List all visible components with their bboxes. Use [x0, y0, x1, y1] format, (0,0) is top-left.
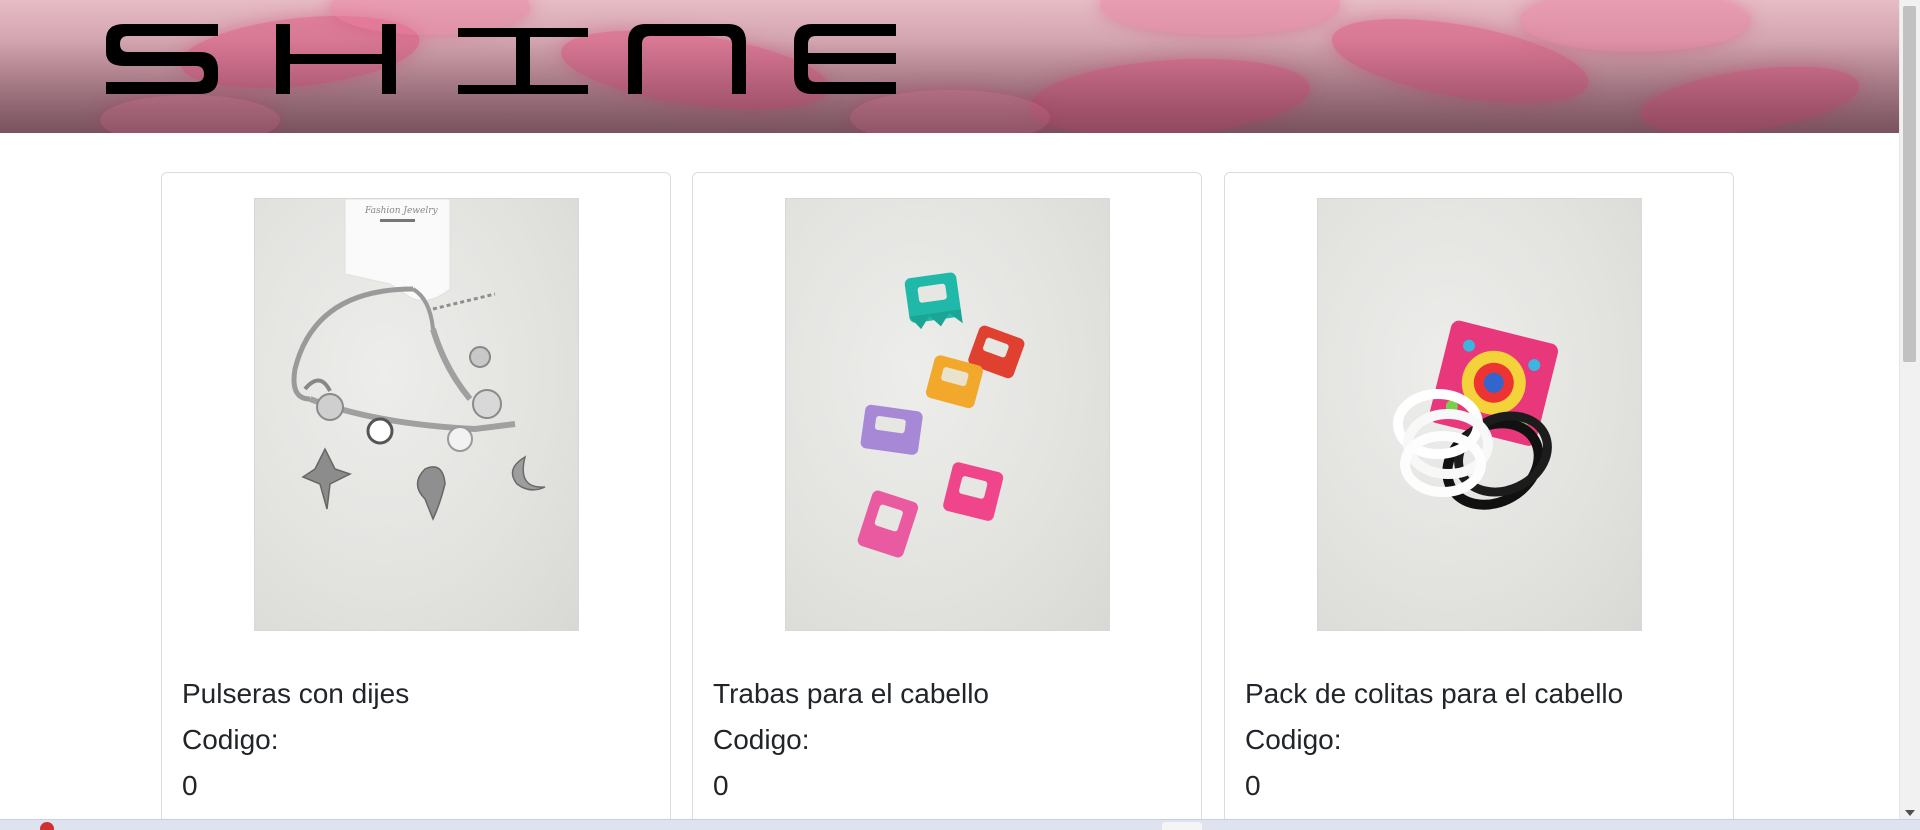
shine-logo[interactable]: [106, 18, 896, 98]
product-code-label: Codigo:: [713, 724, 810, 755]
header-banner: [0, 0, 1900, 133]
taskbar-app-icon[interactable]: [1162, 822, 1202, 830]
svg-text:Fashion Jewelry: Fashion Jewelry: [364, 206, 439, 216]
charm-bracelet-photo[interactable]: Fashion Jewelry: [254, 198, 579, 631]
vertical-scrollbar[interactable]: [1899, 0, 1920, 820]
product-code-value: 0: [1245, 770, 1261, 801]
product-code-value: 0: [713, 770, 729, 801]
scroll-down-arrow-icon[interactable]: [1905, 810, 1915, 816]
product-name: Trabas para el cabello: [713, 678, 990, 709]
product-name: Pack de colitas para el cabello: [1245, 678, 1624, 709]
product-card[interactable]: Fashion Jewelry Pulseras con dijes Codig…: [161, 172, 671, 830]
product-code-value: 0: [182, 770, 198, 801]
product-code-label: Codigo:: [182, 724, 279, 755]
product-card[interactable]: Trabas para el cabello Codigo: 0: [692, 172, 1202, 830]
product-card[interactable]: Pack de colitas para el cabello Codigo: …: [1224, 172, 1734, 830]
taskbar: [0, 819, 1920, 830]
product-code-label: Codigo:: [1245, 724, 1342, 755]
product-name: Pulseras con dijes: [182, 678, 410, 709]
hair-ties-pack-photo[interactable]: [1317, 198, 1642, 631]
scrollbar-thumb[interactable]: [1903, 6, 1916, 362]
hair-claw-clips-photo[interactable]: [785, 198, 1110, 631]
taskbar-app-icon[interactable]: [40, 822, 54, 830]
